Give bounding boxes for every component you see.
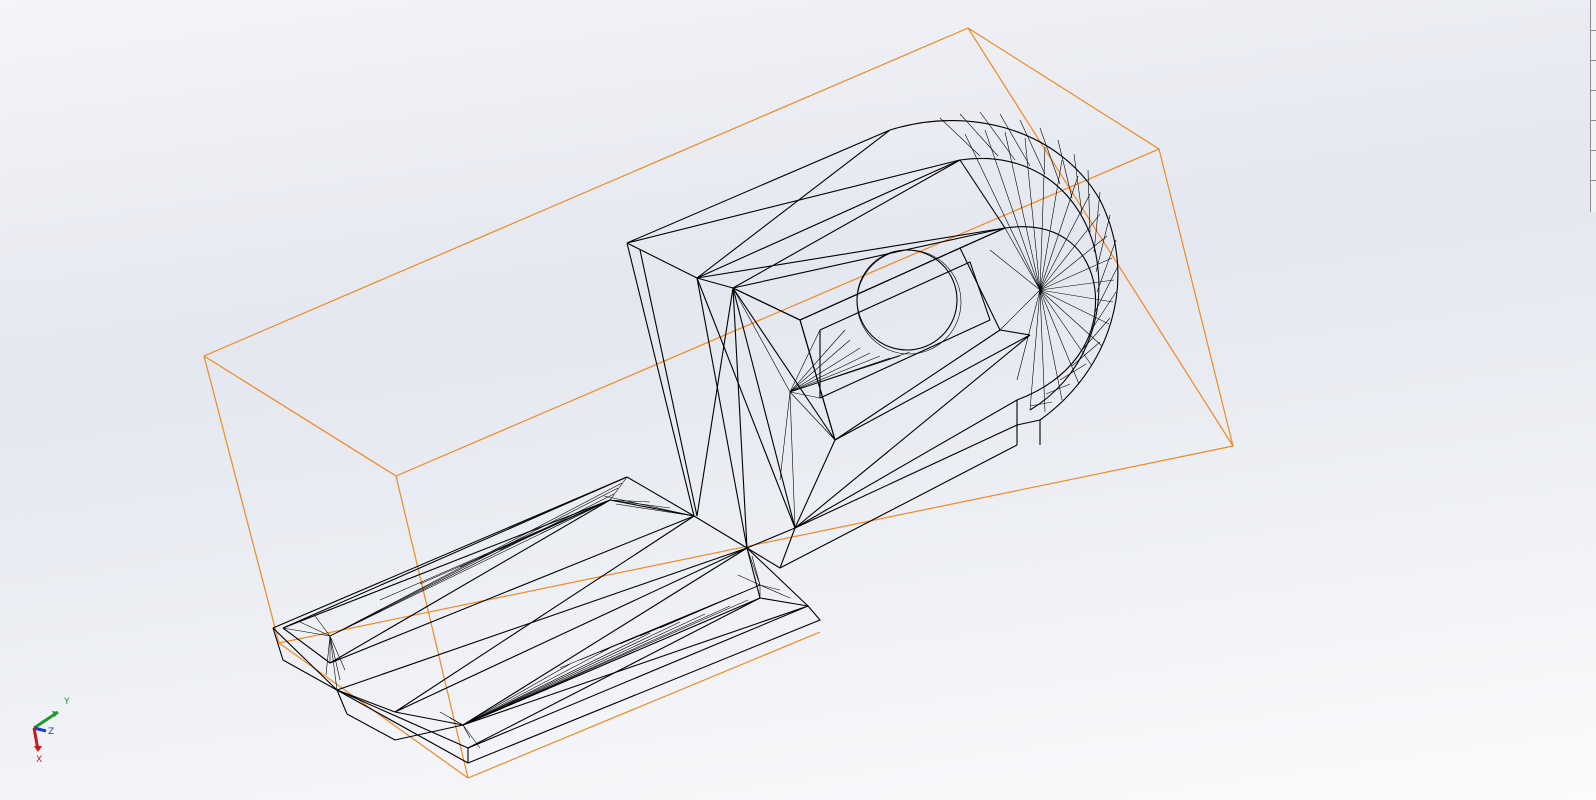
toolbar-divider [1591, 30, 1596, 31]
upright-edge [794, 399, 1018, 529]
bounding-box [203, 27, 1234, 779]
upright-edge [639, 249, 698, 517]
base-edge [336, 689, 396, 713]
upright-edge [779, 444, 1018, 569]
upright-edge [732, 287, 796, 529]
mesh-wireframe [272, 111, 1119, 764]
base-side-outline [272, 605, 821, 764]
toolbar-divider [1591, 180, 1596, 181]
upright-edge [626, 129, 891, 244]
fan-cluster-base-right [559, 547, 791, 669]
upright-edge [696, 227, 1006, 279]
upright-edge [732, 227, 1006, 289]
base-edge [467, 597, 761, 749]
base-edge [282, 476, 628, 629]
toolbar-divider [1591, 150, 1596, 151]
base-edge [462, 605, 809, 726]
recess-outline [799, 247, 1001, 441]
bore-hole-edge [856, 249, 958, 351]
fan-cluster-base-left [282, 482, 623, 691]
x-axis-arrow [34, 746, 42, 752]
toolbar-divider [1591, 120, 1596, 121]
right-edge-toolbar[interactable] [1590, 0, 1596, 212]
x-axis-label: X [36, 755, 42, 765]
bounding-box-edge-a [203, 355, 280, 644]
bounding-box-edge-c [395, 475, 469, 779]
bounding-box-back-face [203, 27, 1161, 477]
recess-edge [732, 287, 801, 321]
z-axis-label: Z [48, 727, 54, 737]
upright-edge [626, 242, 695, 517]
upright-front-outline [626, 242, 734, 517]
y-axis-label: Y [63, 697, 70, 707]
recess-edge [799, 319, 836, 441]
model-wireframe[interactable] [0, 0, 1596, 800]
recess-edge [834, 334, 1031, 441]
inner-recess [732, 227, 1031, 441]
base-edge [609, 499, 695, 517]
axis-triad[interactable]: Y Z X [14, 690, 84, 770]
upright-edge [794, 439, 836, 529]
bore-hole-edge [856, 249, 962, 355]
bounding-box-edge-b [967, 27, 1234, 447]
graphics-viewport[interactable]: Y Z X [0, 0, 1596, 800]
toolbar-divider [1591, 60, 1596, 61]
fan-cluster-base-top [379, 476, 695, 601]
base-edge [336, 547, 748, 691]
arc-band-ribs [939, 111, 1119, 407]
fan-cluster-base-bottom [439, 597, 761, 749]
upright-edge [696, 277, 796, 529]
base-edge [282, 627, 331, 664]
upright-edge [626, 159, 961, 244]
base-plate [272, 476, 821, 764]
toolbar-divider [1591, 90, 1596, 91]
upright-edge [794, 424, 1018, 529]
outer-arc [889, 120, 1119, 426]
mid-arc [959, 158, 1100, 411]
recess-inner-outline [819, 261, 991, 399]
base-top-outline [272, 476, 809, 749]
base-edge [329, 499, 611, 664]
recess-edge [999, 329, 1031, 336]
